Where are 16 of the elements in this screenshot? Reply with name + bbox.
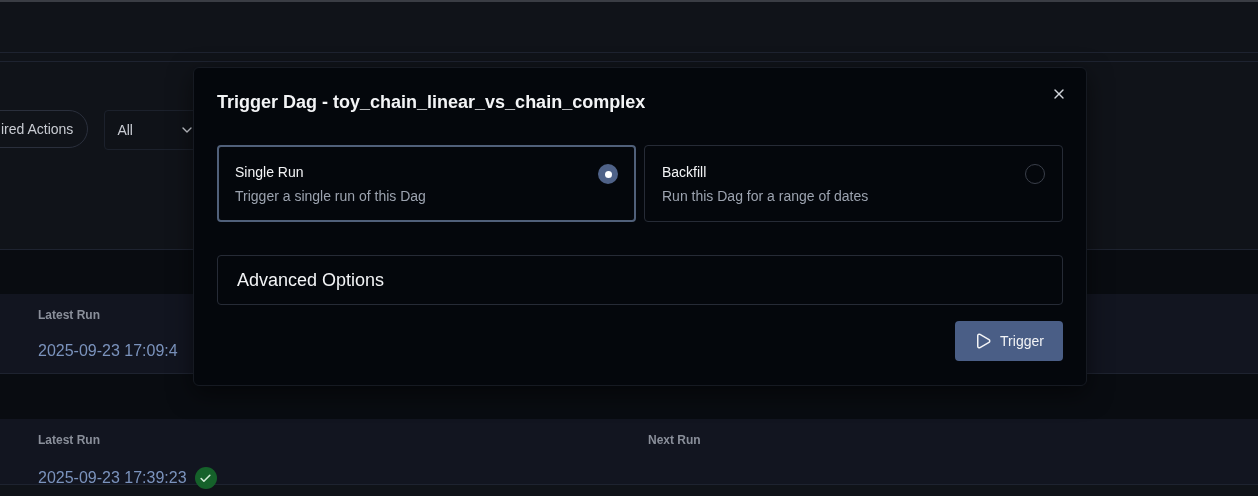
- radio-button[interactable]: [598, 164, 618, 185]
- advanced-options-toggle[interactable]: Advanced Options: [217, 255, 1063, 305]
- run-option-card[interactable]: Single Run Trigger a single run of this Dag: [217, 145, 636, 223]
- dialog-title: Trigger Dag - toy_chain_linear_vs_chain_complex: [217, 92, 646, 113]
- play-icon: [974, 332, 993, 350]
- option-title: Backfill: [662, 164, 708, 181]
- run-date[interactable]: 2025-09-23 17:09:4: [38, 342, 178, 360]
- run-date[interactable]: 2025-09-23 17:39:23: [38, 469, 187, 487]
- column-label: Latest Run: [38, 307, 101, 322]
- column-label: Latest Run: [38, 432, 101, 447]
- run-option-card[interactable]: Backfill Run this Dag for a range of dates: [644, 145, 1063, 223]
- trigger-button[interactable]: Trigger: [955, 321, 1063, 361]
- option-title: Single Run: [235, 164, 305, 181]
- option-description: Run this Dag for a range of dates: [662, 188, 869, 205]
- option-description: Trigger a single run of this Dag: [235, 188, 426, 205]
- column-label: Next Run: [648, 432, 702, 447]
